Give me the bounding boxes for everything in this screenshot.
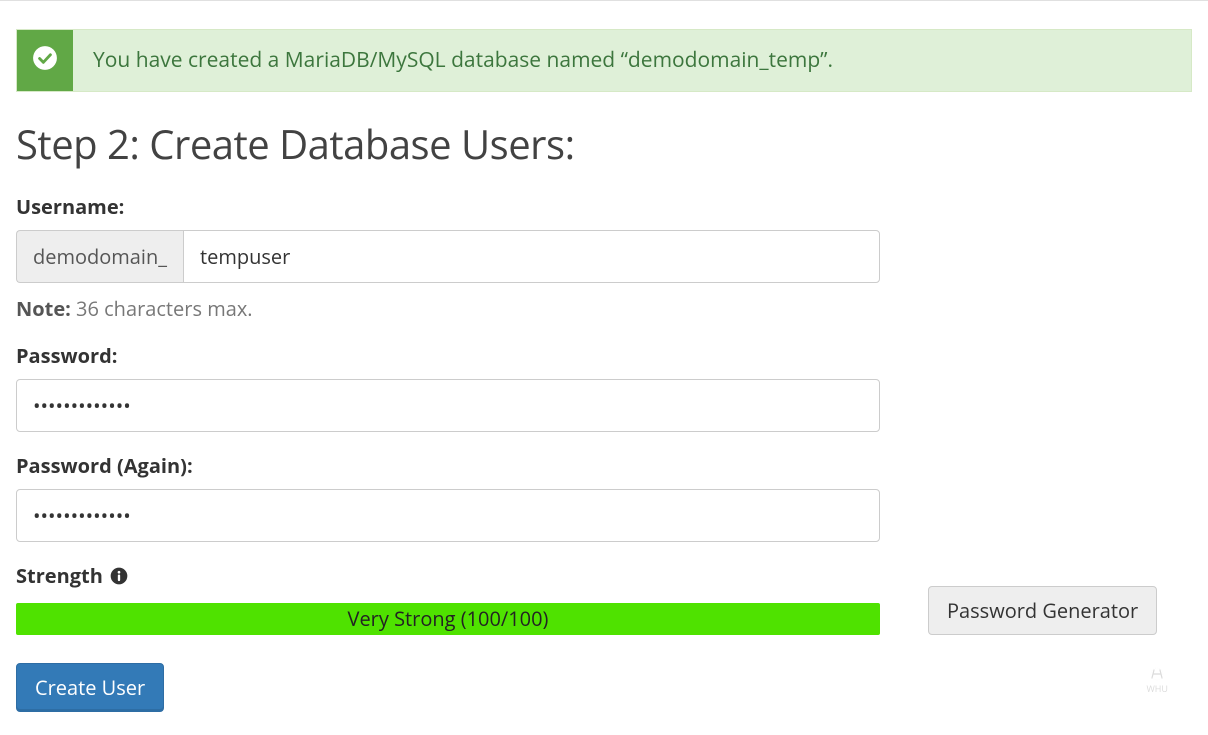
username-input-row: demodomain_ <box>16 230 880 283</box>
password-label: Password: <box>16 342 1192 369</box>
top-divider <box>0 0 1208 1</box>
note-label: Note: <box>16 295 71 322</box>
success-alert-text: You have created a MariaDB/MySQL databas… <box>73 30 853 91</box>
success-alert: You have created a MariaDB/MySQL databas… <box>16 29 1192 92</box>
strength-row: Strength Very Strong (100/100) Password … <box>16 562 1192 635</box>
password-group: Password: <box>16 342 1192 432</box>
password-generator-button[interactable]: Password Generator <box>928 586 1157 635</box>
check-circle-icon <box>32 45 58 76</box>
password-again-label: Password (Again): <box>16 452 1192 479</box>
info-icon[interactable] <box>109 566 129 586</box>
note-text: 36 characters max. <box>71 295 253 322</box>
username-label: Username: <box>16 193 1192 220</box>
strength-label-row: Strength <box>16 562 880 589</box>
password-again-group: Password (Again): <box>16 452 1192 542</box>
password-input[interactable] <box>16 379 880 432</box>
username-prefix: demodomain_ <box>16 230 183 283</box>
username-input[interactable] <box>183 230 880 283</box>
strength-label: Strength <box>16 562 103 589</box>
username-group: Username: demodomain_ Note: 36 character… <box>16 193 1192 322</box>
strength-left: Strength Very Strong (100/100) <box>16 562 880 635</box>
strength-bar: Very Strong (100/100) <box>16 603 880 635</box>
create-user-button[interactable]: Create User <box>16 663 164 712</box>
success-icon-box <box>17 30 73 91</box>
password-again-input[interactable] <box>16 489 880 542</box>
page-heading: Step 2: Create Database Users: <box>16 116 1192 171</box>
password-generator-wrap: Password Generator <box>928 586 1157 635</box>
username-note: Note: 36 characters max. <box>16 295 1192 322</box>
main-container: You have created a MariaDB/MySQL databas… <box>0 29 1208 712</box>
